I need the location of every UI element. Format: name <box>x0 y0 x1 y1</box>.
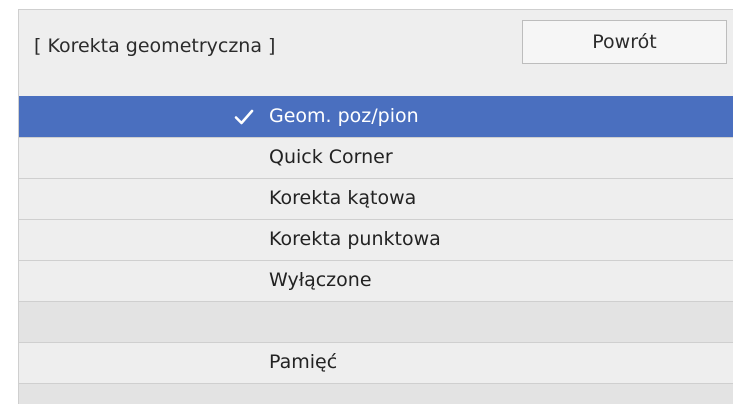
menu-item-label: Korekta punktowa <box>269 228 441 250</box>
menu-item-pamiec[interactable]: Pamięć <box>19 342 733 383</box>
menu-separator-row <box>19 301 733 342</box>
options-menu: Geom. poz/pion Quick Corner Korekta kąto… <box>19 96 733 383</box>
menu-item-label: Quick Corner <box>269 146 393 168</box>
menu-item-wylaczone[interactable]: Wyłączone <box>19 260 733 301</box>
menu-item-korekta-punktowa[interactable]: Korekta punktowa <box>19 219 733 260</box>
bottom-strip <box>19 383 733 404</box>
menu-item-korekta-katowa[interactable]: Korekta kątowa <box>19 178 733 219</box>
menu-item-label: Korekta kątowa <box>269 187 417 209</box>
menu-item-label: Wyłączone <box>269 269 372 291</box>
geometry-correction-panel: [ Korekta geometryczna ] Powrót Geom. po… <box>18 9 733 404</box>
panel-header: [ Korekta geometryczna ] Powrót <box>19 10 733 90</box>
menu-item-label: Geom. poz/pion <box>269 105 419 127</box>
menu-item-quick-corner[interactable]: Quick Corner <box>19 137 733 178</box>
page-title: [ Korekta geometryczna ] <box>34 35 276 57</box>
menu-item-geom-poz-pion[interactable]: Geom. poz/pion <box>19 96 733 137</box>
check-icon <box>233 106 255 128</box>
menu-item-label: Pamięć <box>269 351 338 373</box>
back-button[interactable]: Powrót <box>522 20 727 64</box>
